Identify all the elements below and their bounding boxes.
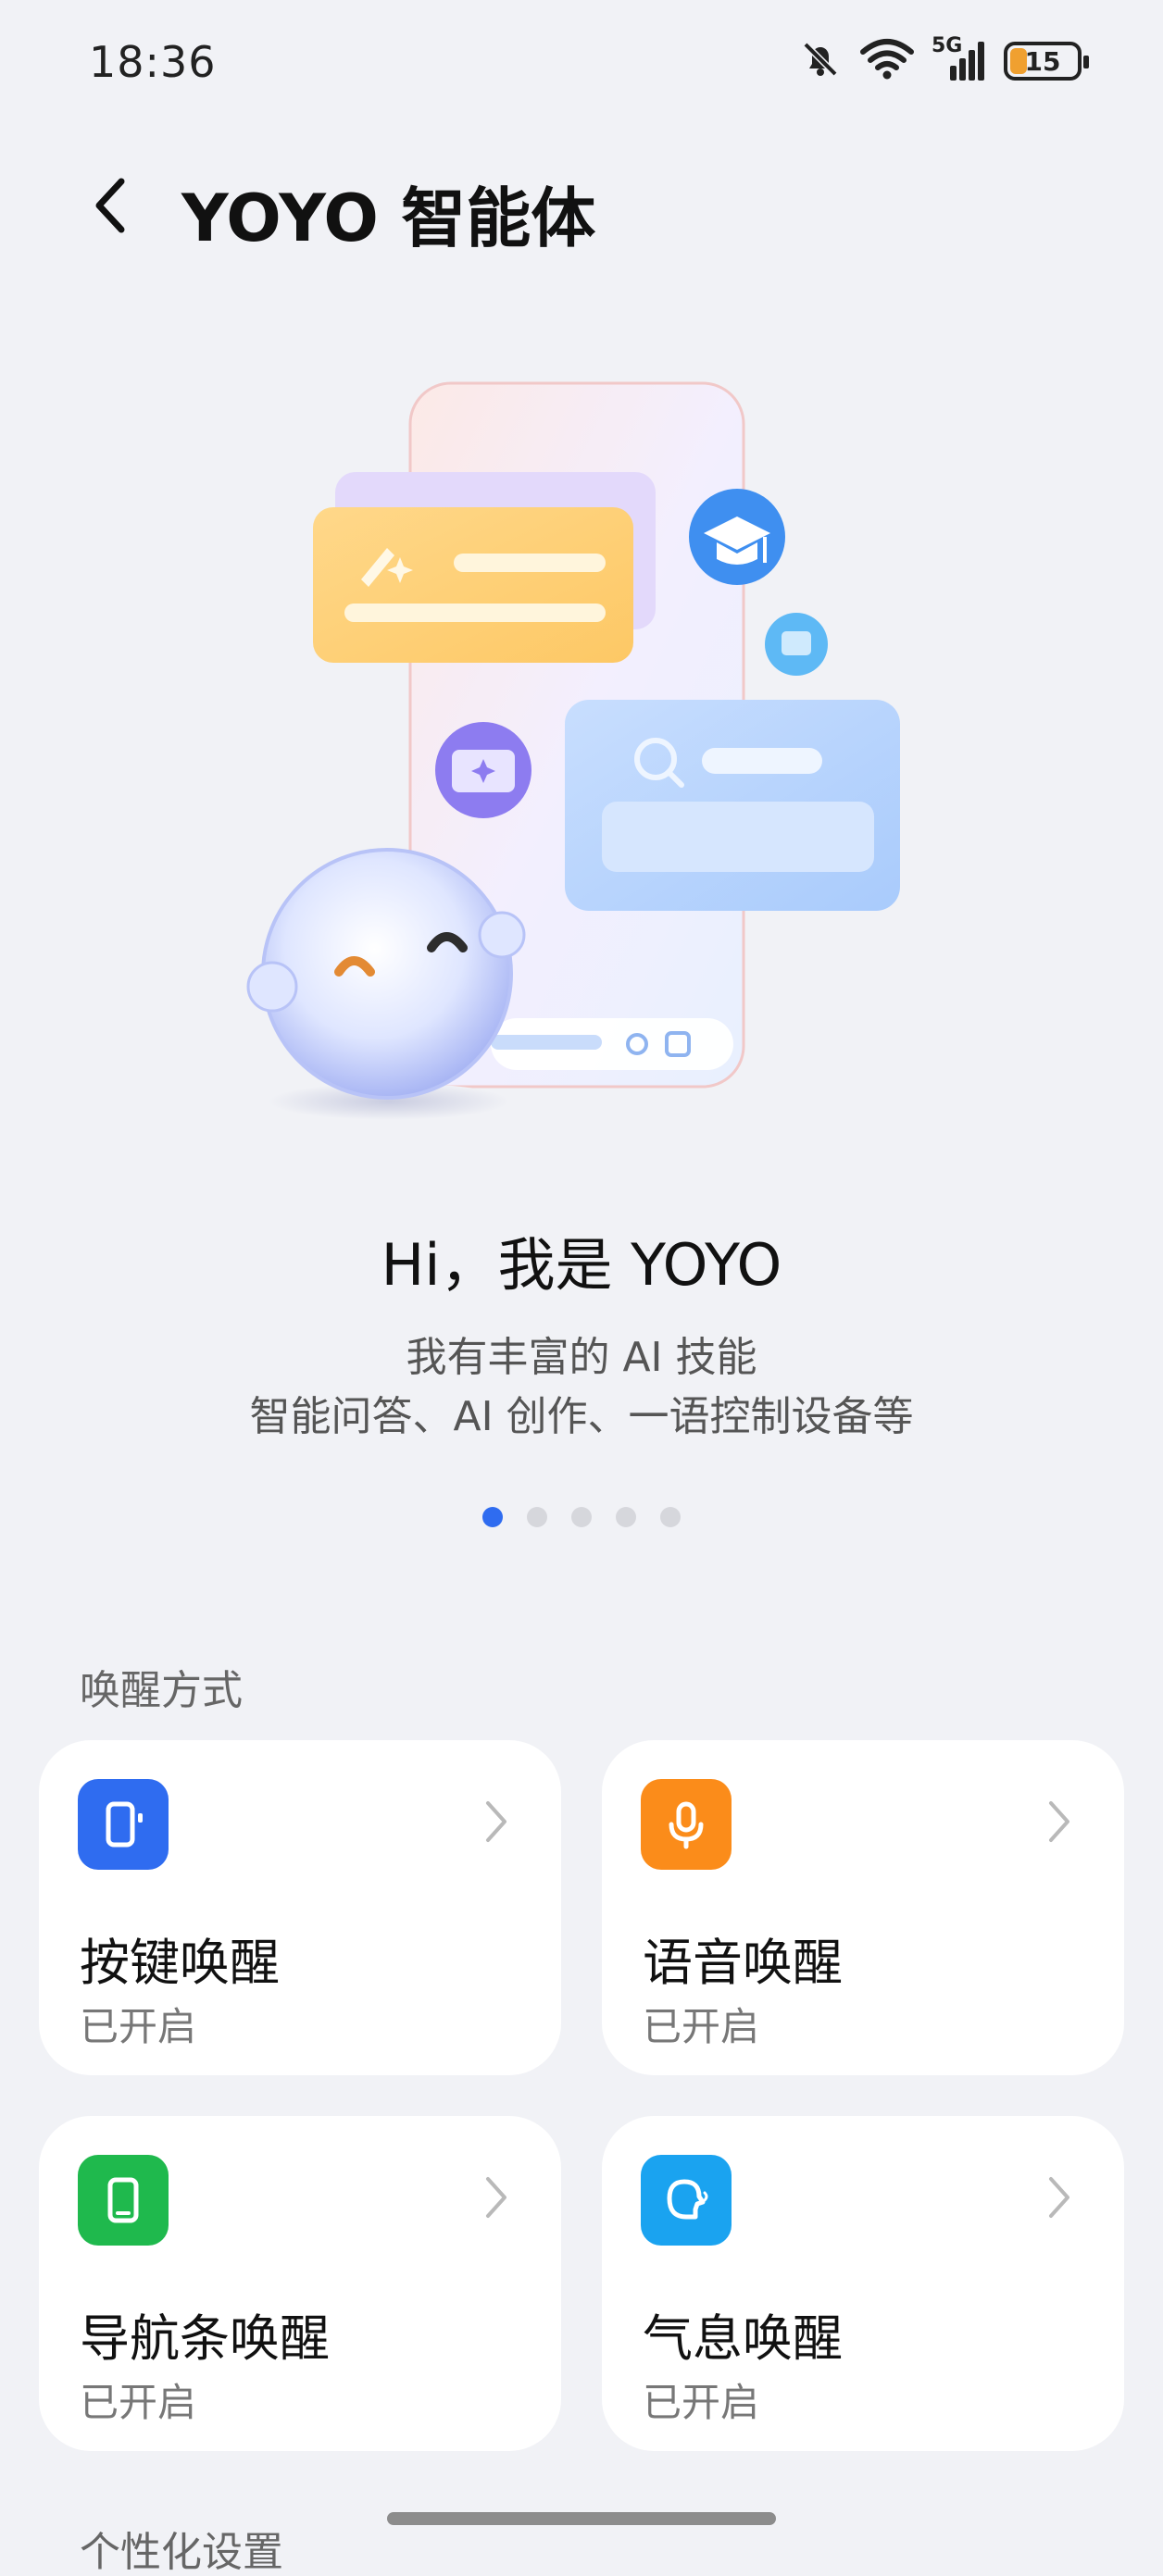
phone-nav-icon: [78, 2155, 169, 2246]
card-status: 已开启: [643, 2380, 760, 2425]
card-status: 已开启: [80, 2380, 197, 2425]
page-dot-4[interactable]: [616, 1507, 636, 1527]
hero-illustration: [241, 361, 926, 1139]
page-dot-5[interactable]: [660, 1507, 681, 1527]
breath-icon: [641, 2155, 732, 2246]
phone-key-icon: [78, 1779, 169, 1870]
page-title: YOYO 智能体: [181, 180, 596, 256]
chevron-right-icon: [472, 2173, 520, 2221]
status-bar: 18:36 5G 15: [0, 0, 1163, 130]
card-navbar-wake[interactable]: 导航条唤醒 已开启: [39, 2116, 561, 2451]
card-title: 导航条唤醒: [80, 2309, 330, 2368]
hero-title: Hi，我是 YOYO: [381, 1231, 782, 1299]
home-indicator[interactable]: [387, 2512, 776, 2525]
back-button[interactable]: [74, 168, 148, 243]
hero-subtitle-2: 智能问答、AI 创作、一语控制设备等: [249, 1393, 914, 1440]
chevron-right-icon: [472, 1798, 520, 1846]
battery-icon: 15: [1004, 42, 1089, 81]
microphone-icon: [641, 1779, 732, 1870]
wifi-icon: [859, 37, 915, 85]
section-label-personalization: 个性化设置: [80, 2529, 283, 2576]
header: YOYO 智能体: [0, 148, 1163, 259]
card-status: 已开启: [80, 2004, 197, 2049]
card-breath-wake[interactable]: 气息唤醒 已开启: [602, 2116, 1124, 2451]
battery-level: 15: [1024, 45, 1061, 77]
page-indicator[interactable]: [0, 1507, 1163, 1527]
card-key-wake[interactable]: 按键唤醒 已开启: [39, 1740, 561, 2075]
hero-subtitle-1: 我有丰富的 AI 技能: [406, 1334, 757, 1381]
card-title: 气息唤醒: [643, 2309, 843, 2368]
section-label-wake: 唤醒方式: [80, 1667, 243, 1714]
chevron-left-icon: [95, 178, 125, 233]
status-time: 18:36: [89, 37, 217, 87]
chevron-right-icon: [1035, 1798, 1083, 1846]
cellular-signal-icon: 5G: [932, 34, 987, 82]
status-icons: 5G 15: [798, 34, 1089, 85]
page-dot-3[interactable]: [571, 1507, 592, 1527]
card-title: 语音唤醒: [643, 1934, 843, 1992]
card-status: 已开启: [643, 2004, 760, 2049]
mute-bell-icon: [798, 37, 843, 85]
card-title: 按键唤醒: [80, 1934, 280, 1992]
chevron-right-icon: [1035, 2173, 1083, 2221]
card-voice-wake[interactable]: 语音唤醒 已开启: [602, 1740, 1124, 2075]
page-dot-2[interactable]: [527, 1507, 547, 1527]
page-dot-1[interactable]: [482, 1507, 503, 1527]
